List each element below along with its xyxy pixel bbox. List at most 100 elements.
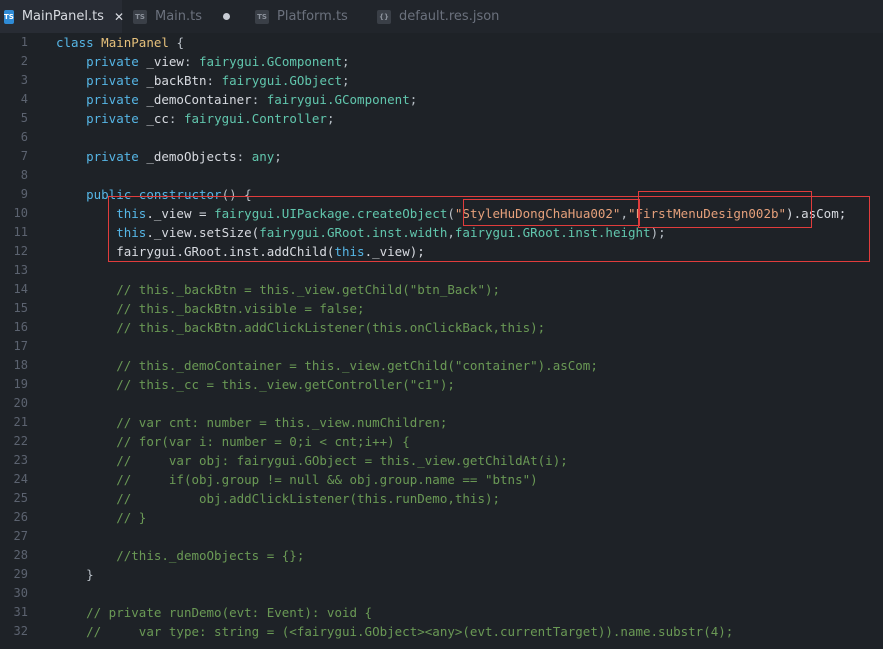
code-token: class <box>56 35 94 50</box>
code-line-12: fairygui.GRoot.inst.addChild(this._view)… <box>0 242 883 261</box>
tab-platform-ts[interactable]: TS Platform.ts <box>246 0 366 33</box>
line-number: 6 <box>20 130 28 144</box>
code-line-9: public constructor() { <box>0 185 883 204</box>
code-editor[interactable]: 1 2 3 4 5 6 7 8 9 10 11 12 13 14 15 16 17 18 19 20 21 22 23 24 2… <box>0 33 883 649</box>
code-token: // this._backBtn.addClickListener(this.o… <box>116 320 546 335</box>
code-token: private <box>86 111 139 126</box>
code-token: ; <box>409 92 418 107</box>
code-token: public <box>86 187 132 202</box>
code-line-22: // for(var i: number = 0;i < cnt;i++) { <box>0 432 883 451</box>
tab-bar: TS MainPanel.ts ✕ TS Main.ts TS Platform… <box>0 0 883 33</box>
line-number: 8 <box>20 168 28 182</box>
unsaved-dot-icon[interactable] <box>223 13 230 20</box>
code-token: // if(obj.group != null && obj.group.nam… <box>116 472 538 487</box>
code-token: //this._demoObjects = {}; <box>116 548 305 563</box>
code-line-5: private _cc: fairygui.Controller; <box>0 109 883 128</box>
code-line-11: this._view.setSize(fairygui.GRoot.inst.w… <box>0 223 883 242</box>
code-token: // this._demoContainer = this._view.getC… <box>116 358 598 373</box>
code-token: ._view.setSize( <box>146 225 260 240</box>
code-line-15: // this._backBtn.visible = false; <box>0 299 883 318</box>
code-token: // for(var i: number = 0;i < cnt;i++) { <box>116 434 410 449</box>
code-token: MainPanel <box>101 35 169 50</box>
tab-main-ts[interactable]: TS Main.ts <box>124 0 244 33</box>
line-number: 13 <box>13 263 28 277</box>
line-number: 17 <box>13 339 28 353</box>
code-token: { <box>176 35 184 50</box>
code-line-32: // var type: string = (<fairygui.GObject… <box>0 622 883 641</box>
json-file-icon: {} <box>377 9 391 24</box>
code-token: ; <box>342 54 350 69</box>
code-token: "StyleHuDongChaHua002" <box>454 206 621 221</box>
tab-label: default.res.json <box>399 9 500 24</box>
code-line-21: // var cnt: number = this._view.numChild… <box>0 413 883 432</box>
code-line-10: this._view = fairygui.UIPackage.createOb… <box>0 204 883 223</box>
code-token: ._view = <box>146 206 215 221</box>
code-token: // this._cc = this._view.getController("… <box>116 377 455 392</box>
code-token: // var type: string = (<fairygui.GObject… <box>86 624 734 639</box>
code-token: // private runDemo(evt: Event): void { <box>86 605 373 620</box>
code-token: , <box>447 225 455 240</box>
code-token: _view <box>146 54 184 69</box>
code-token: // obj.addClickListener(this.runDemo,thi… <box>116 491 501 506</box>
code-token: fairygui.Controller <box>183 111 327 126</box>
code-token: : <box>251 92 260 107</box>
code-token: _cc <box>146 111 169 126</box>
code-line-19: // this._cc = this._view.getController("… <box>0 375 883 394</box>
code-token: _backBtn <box>146 73 207 88</box>
tab-label: Main.ts <box>155 9 203 24</box>
ts-file-icon: TS <box>4 9 14 24</box>
code-token: ; <box>274 149 282 164</box>
code-line-4: private _demoContainer: fairygui.GCompon… <box>0 90 883 109</box>
code-line-23: // var obj: fairygui.GObject = this._vie… <box>0 451 883 470</box>
code-token: _demoObjects <box>146 149 237 164</box>
code-token: fairygui.GComponent <box>266 92 410 107</box>
code-token: } <box>86 567 94 582</box>
code-token: this <box>116 225 147 240</box>
code-token: this <box>116 206 147 221</box>
code-token: any <box>251 149 275 164</box>
code-token: private <box>86 73 139 88</box>
code-line-31: // private runDemo(evt: Event): void { <box>0 603 883 622</box>
tab-mainpanel-ts[interactable]: TS MainPanel.ts ✕ <box>0 0 124 33</box>
code-token: "FirstMenuDesign002b" <box>628 206 787 221</box>
code-token: , <box>620 206 628 221</box>
code-token: ._view); <box>364 244 425 259</box>
code-token: // var obj: fairygui.GObject = this._vie… <box>116 453 568 468</box>
ts-file-icon: TS <box>133 9 147 24</box>
code-token: : <box>183 54 192 69</box>
code-line-1: class MainPanel { <box>0 33 883 52</box>
code-token: fairygui.GComponent <box>199 54 343 69</box>
code-token: : <box>168 111 177 126</box>
code-line-2: private _view: fairygui.GComponent; <box>0 52 883 71</box>
tab-default-res-json[interactable]: {} default.res.json <box>368 0 513 33</box>
line-number: 30 <box>13 586 28 600</box>
code-token: private <box>86 54 139 69</box>
code-line-26: // } <box>0 508 883 527</box>
code-token: // this._backBtn = this._view.getChild("… <box>116 282 501 297</box>
line-number: 20 <box>13 396 28 410</box>
code-token: private <box>86 92 139 107</box>
code-line-16: // this._backBtn.addClickListener(this.o… <box>0 318 883 337</box>
code-token: ); <box>650 225 666 240</box>
code-token: // this._backBtn.visible = false; <box>116 301 365 316</box>
code-token: fairygui.UIPackage.createObject <box>214 206 448 221</box>
code-token: fairygui.GRoot.inst.height <box>454 225 651 240</box>
code-token: _demoContainer <box>146 92 252 107</box>
code-line-29: } <box>0 565 883 584</box>
ts-file-icon: TS <box>255 9 269 24</box>
code-token: constructor <box>138 187 222 202</box>
code-token: fairygui.GRoot.inst.addChild( <box>116 244 335 259</box>
code-token: ; <box>326 111 335 126</box>
close-icon[interactable]: ✕ <box>114 10 124 24</box>
code-token: : <box>236 149 245 164</box>
code-line-24: // if(obj.group != null && obj.group.nam… <box>0 470 883 489</box>
tab-label: MainPanel.ts <box>21 9 104 24</box>
code-token: ( <box>447 206 455 221</box>
line-number: 27 <box>13 529 28 543</box>
code-token: // } <box>116 510 147 525</box>
code-token: this <box>334 244 365 259</box>
code-token: // var cnt: number = this._view.numChild… <box>116 415 448 430</box>
code-token: ).asCom; <box>786 206 847 221</box>
code-token: fairygui.GObject <box>221 73 343 88</box>
code-token: : <box>206 73 215 88</box>
